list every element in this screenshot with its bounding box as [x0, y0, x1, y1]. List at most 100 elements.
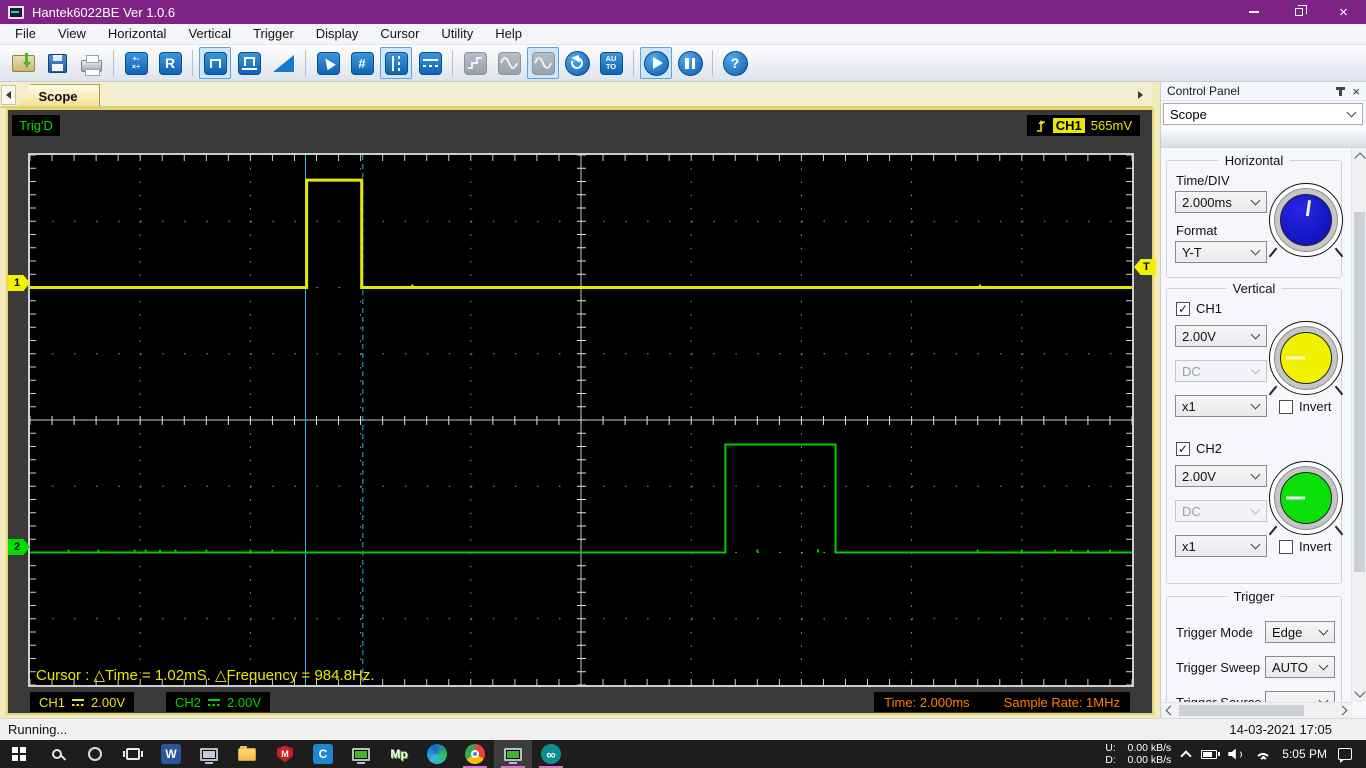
time-div-dropdown[interactable]: 2.000ms — [1175, 191, 1267, 213]
taskbar-converter-app-icon[interactable]: C — [304, 740, 342, 768]
chevron-down-icon — [1318, 660, 1329, 671]
taskbar-start-button[interactable] — [0, 740, 38, 768]
trigger-mode-dropdown[interactable]: Edge — [1265, 621, 1335, 643]
vertical-cursors-icon — [384, 51, 408, 75]
print-button[interactable] — [75, 47, 107, 79]
restore-button[interactable] — [1276, 0, 1321, 24]
ch1-enable-row: ✓ CH1 — [1176, 301, 1222, 316]
pulse-display-button[interactable] — [199, 47, 231, 79]
window-title: Hantek6022BE Ver 1.0.6 — [32, 4, 176, 20]
menu-trigger[interactable]: Trigger — [242, 24, 305, 44]
menu-cursor[interactable]: Cursor — [369, 24, 430, 44]
status-bar: Running... 14-03-2021 17:05 — [0, 718, 1366, 740]
linear-interpolation-icon — [497, 51, 521, 75]
wifi-icon[interactable] — [1255, 748, 1272, 760]
taskbar-chrome-icon[interactable] — [456, 740, 494, 768]
taskbar-search-icon[interactable] — [38, 740, 76, 768]
horizontal-position-knob[interactable] — [1269, 183, 1343, 257]
format-dropdown[interactable]: Y-T — [1175, 241, 1267, 263]
menu-help[interactable]: Help — [484, 24, 533, 44]
ch2-position-knob[interactable] — [1269, 461, 1343, 535]
minimize-button[interactable] — [1231, 0, 1276, 24]
volume-icon[interactable] — [1228, 748, 1244, 761]
cursor-pointer-button[interactable] — [312, 47, 344, 79]
step-interpolation-icon — [463, 51, 487, 75]
menu-display[interactable]: Display — [305, 24, 370, 44]
mipony-icon: Mp — [390, 747, 408, 761]
ch2-probe-dropdown[interactable]: x1 — [1175, 535, 1267, 557]
ch1-invert-checkbox[interactable] — [1279, 399, 1293, 414]
tray-expand-icon[interactable] — [1180, 749, 1192, 762]
trigger-source-dropdown[interactable] — [1265, 691, 1335, 702]
pause-button[interactable] — [674, 47, 706, 79]
open-file-button[interactable] — [7, 47, 39, 79]
ch1-position-knob[interactable] — [1269, 321, 1343, 395]
ch1-probe-dropdown[interactable]: x1 — [1175, 395, 1267, 417]
ch1-volts-dropdown[interactable]: 2.00V — [1175, 325, 1267, 347]
trigger-sweep-dropdown[interactable]: AUTO — [1265, 656, 1335, 678]
menu-utility[interactable]: Utility — [430, 24, 484, 44]
refresh-button[interactable] — [561, 47, 593, 79]
panel-close-icon[interactable]: × — [1352, 85, 1360, 98]
action-center-icon[interactable] — [1338, 748, 1352, 763]
scroll-down-icon[interactable] — [1353, 686, 1366, 698]
taskbar-edge-icon[interactable] — [418, 740, 456, 768]
chevron-down-icon — [1250, 469, 1261, 480]
run-button[interactable] — [640, 47, 672, 79]
save-button[interactable] — [41, 47, 73, 79]
ch1-invert-label: Invert — [1299, 399, 1332, 414]
pin-icon[interactable] — [1336, 86, 1346, 96]
math-function-button[interactable]: +- ×÷ — [120, 47, 152, 79]
toolbar: +- ×÷ R # AU TO? — [0, 45, 1366, 82]
autoset-button[interactable]: AU TO — [595, 47, 627, 79]
taskbar-file-explorer-icon[interactable] — [228, 740, 266, 768]
trigger-channel-badge: CH1 — [1052, 118, 1085, 133]
scroll-up-icon[interactable] — [1353, 152, 1366, 164]
help-button[interactable]: ? — [719, 47, 751, 79]
tab-scroll-right-button[interactable] — [1133, 85, 1148, 105]
ch2-position-marker[interactable]: 2 — [8, 539, 30, 555]
ch2-invert-checkbox[interactable] — [1279, 539, 1293, 554]
taskbar-capture-app-icon[interactable]: ∞ — [532, 740, 570, 768]
panel-selector-dropdown[interactable]: Scope — [1163, 103, 1363, 125]
taskbar-task-view-icon[interactable] — [114, 740, 152, 768]
tab-scope[interactable]: Scope — [16, 84, 100, 108]
horizontal-scrollbar-thumb[interactable] — [1179, 705, 1304, 716]
close-button[interactable]: × — [1321, 0, 1366, 24]
horizontal-scrollbar[interactable] — [1161, 702, 1352, 718]
ch1-checkbox[interactable]: ✓ — [1176, 301, 1190, 316]
vertical-cursors-button[interactable] — [380, 47, 412, 79]
taskbar-word-icon[interactable]: W — [152, 740, 190, 768]
menu-view[interactable]: View — [47, 24, 97, 44]
clock[interactable]: 5:05 PM — [1282, 747, 1327, 761]
reference-wave-button[interactable]: R — [154, 47, 186, 79]
toolbar-separator — [452, 50, 453, 76]
tab-scroll-left-button[interactable] — [1, 85, 16, 105]
ch2-volts-div-value: 2.00V — [1182, 468, 1216, 484]
scroll-right-icon[interactable] — [1337, 705, 1348, 716]
taskbar-cortana-icon[interactable] — [76, 740, 114, 768]
horizontal-cursors-button[interactable] — [414, 47, 446, 79]
waveform-plot[interactable] — [28, 153, 1134, 687]
menu-horizontal[interactable]: Horizontal — [97, 24, 178, 44]
grid-display-button[interactable]: # — [346, 47, 378, 79]
ch1-position-marker[interactable]: 1 — [8, 275, 30, 291]
ch1-coupling-value: DC — [1182, 363, 1201, 379]
taskbar-scope-utility-icon[interactable] — [342, 740, 380, 768]
ramp-display-icon — [272, 54, 294, 72]
scroll-left-icon[interactable] — [1165, 705, 1176, 716]
ch2-volts-dropdown[interactable]: 2.00V — [1175, 465, 1267, 487]
taskbar-mcafee-icon[interactable]: M — [266, 740, 304, 768]
taskbar-hantek-app-icon[interactable] — [494, 740, 532, 768]
trigger-level-marker[interactable]: T — [1134, 259, 1156, 275]
taskbar-system-monitor-icon[interactable] — [190, 740, 228, 768]
menu-file[interactable]: File — [4, 24, 47, 44]
vertical-scrollbar-thumb[interactable] — [1354, 212, 1365, 572]
menu-vertical[interactable]: Vertical — [177, 24, 242, 44]
battery-icon[interactable] — [1201, 749, 1221, 759]
ch2-checkbox[interactable]: ✓ — [1176, 441, 1190, 456]
pulse-display-alt-button[interactable] — [233, 47, 265, 79]
ramp-display-button[interactable] — [267, 47, 299, 79]
vertical-scrollbar[interactable] — [1351, 148, 1366, 702]
taskbar-mipony-icon[interactable]: Mp — [380, 740, 418, 768]
